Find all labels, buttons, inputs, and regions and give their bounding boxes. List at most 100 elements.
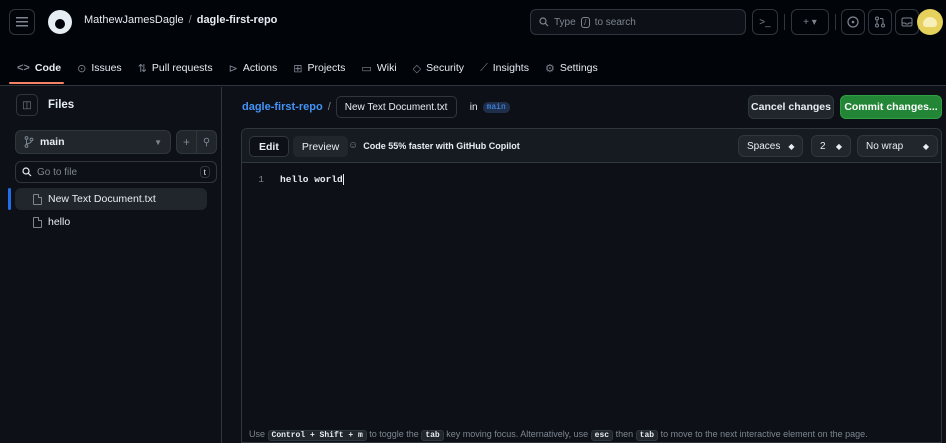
terminal-icon: >_ [759,16,771,28]
commit-changes-button[interactable]: Commit changes... [840,95,942,119]
repo-breadcrumb: MathewJamesDagle / dagle-first-repo [84,14,277,26]
tab-wiki[interactable]: ▭ Wiki [353,56,404,80]
tab-projects[interactable]: ⊞ Projects [285,56,353,80]
breadcrumb-separator: / [188,14,192,26]
code-icon: <> [17,62,30,74]
issue-icon [847,16,859,28]
repo-link[interactable]: dagle-first-repo [197,14,278,26]
hint-key: tab [635,430,659,441]
go-to-file-placeholder: Go to file [37,166,78,178]
hint-text: Use [249,429,266,439]
tab-security[interactable]: ◇ Security [405,56,472,80]
editor-toolbar: Edit Preview ☺ Code 55% faster with GitH… [242,129,941,163]
pull-requests-button[interactable] [868,9,892,35]
collapse-sidebar-button[interactable]: ◫ [16,94,38,116]
user-avatar[interactable] [917,9,943,35]
file-name: New Text Document.txt [48,193,156,205]
sidebar-title: Files [48,99,75,111]
chevron-down-icon: ▼ [154,137,162,147]
table-icon: ⊞ [293,62,303,75]
file-tree-item[interactable]: hello [15,211,207,233]
select-arrows-icon: ◆ [835,141,842,151]
line-content[interactable]: hello world [280,174,343,185]
command-palette-button[interactable]: >_ [752,9,778,35]
github-logo-icon[interactable] [48,10,72,34]
graph-icon: ⟋ [480,61,488,74]
wrap-mode-select[interactable]: No wrap ◆ [857,135,938,157]
branch-selector[interactable]: main ▼ [15,130,171,154]
indent-mode-value: Spaces [747,140,781,152]
hint-key: Control + Shift + m [267,430,367,441]
keyboard-hint: Use Control + Shift + m to toggle the ta… [249,429,868,441]
tab-edit[interactable]: Edit [249,136,289,157]
line-number: 1 [258,173,264,185]
hint-text: then [615,429,634,439]
header-divider [784,14,785,30]
tab-settings[interactable]: ⚙ Settings [537,56,606,80]
hint-key: tab [421,430,444,441]
issue-icon: ⊙ [77,62,87,75]
copilot-promo-link[interactable]: ☺ Code 55% faster with GitHub Copilot [348,140,520,151]
active-tab-indicator [9,82,64,84]
file-path-breadcrumb: dagle-first-repo / New Text Document.txt… [242,96,510,118]
cancel-changes-button[interactable]: Cancel changes [748,95,834,119]
wrap-mode-value: No wrap [866,140,904,152]
repo-root-link[interactable]: dagle-first-repo [242,101,323,113]
issues-button[interactable] [841,9,865,35]
book-icon: ▭ [361,62,372,75]
tab-label: Settings [559,62,598,74]
play-icon: ⊳ [228,62,238,75]
code-editor: Edit Preview ☺ Code 55% faster with GitH… [241,128,942,443]
file-tree-item[interactable]: New Text Document.txt [15,188,207,210]
hint-text: to move to the next interactive element … [660,429,868,439]
shield-icon: ◇ [412,62,422,75]
tab-code[interactable]: <> Code [9,56,69,80]
go-to-file-input[interactable]: Go to file t [15,161,217,183]
tab-preview[interactable]: Preview [292,136,349,157]
hint-text: to toggle the [369,429,419,439]
menu-button[interactable] [9,9,35,35]
tab-label: Issues [91,62,122,74]
pull-request-icon: ⇅ [137,62,147,75]
indent-size-value: 2 [820,140,826,152]
search-icon [539,17,549,27]
inbox-button[interactable] [895,9,919,35]
tab-insights[interactable]: ⟋ Insights [472,56,537,80]
tab-actions[interactable]: ⊳ Actions [221,56,286,80]
global-header: MathewJamesDagle / dagle-first-repo Type… [0,0,946,86]
code-line[interactable]: 1 hello world [242,171,344,187]
tab-label: Projects [307,62,346,74]
branch-name: main [40,136,65,148]
search-shortcut-key: / [580,16,590,28]
add-file-button[interactable]: + [177,135,196,149]
hamburger-icon [16,17,28,27]
search-input[interactable]: Type / to search [530,9,746,35]
owner-link[interactable]: MathewJamesDagle [84,14,184,26]
gear-icon: ⚙ [544,62,555,75]
search-placeholder-pre: Type [554,16,576,28]
editor-tabs: Edit Preview [249,136,349,157]
indent-mode-select[interactable]: Spaces ◆ [738,135,803,157]
go-to-file-shortcut: t [199,166,210,178]
create-new-button[interactable]: + ▾ [791,9,829,35]
tab-label: Security [426,62,465,74]
indent-size-select[interactable]: 2 ◆ [811,135,851,157]
file-tree-sidebar: ◫ Files main ▼ + ⚲ Go to file t New Text… [0,87,222,443]
file-icon [33,216,42,228]
inbox-icon [901,17,913,27]
tab-label: Insights [492,62,529,74]
file-icon [33,193,42,205]
sidebar-collapse-icon: ◫ [22,99,32,111]
select-arrows-icon: ◆ [788,141,795,151]
tab-pull-requests[interactable]: ⇅ Pull requests [130,56,221,80]
in-label: in [469,101,478,113]
filename-input[interactable]: New Text Document.txt [335,96,457,118]
tab-label: Code [34,62,62,74]
repo-nav: <> Code ⊙ Issues ⇅ Pull requests ⊳ Actio… [9,56,606,80]
search-icon [22,167,32,177]
search-placeholder-post: to search [594,16,636,28]
search-files-button[interactable]: ⚲ [197,137,216,148]
tab-issues[interactable]: ⊙ Issues [69,56,130,80]
plus-icon: + ▾ [803,16,817,28]
tab-label: Pull requests [151,62,213,74]
